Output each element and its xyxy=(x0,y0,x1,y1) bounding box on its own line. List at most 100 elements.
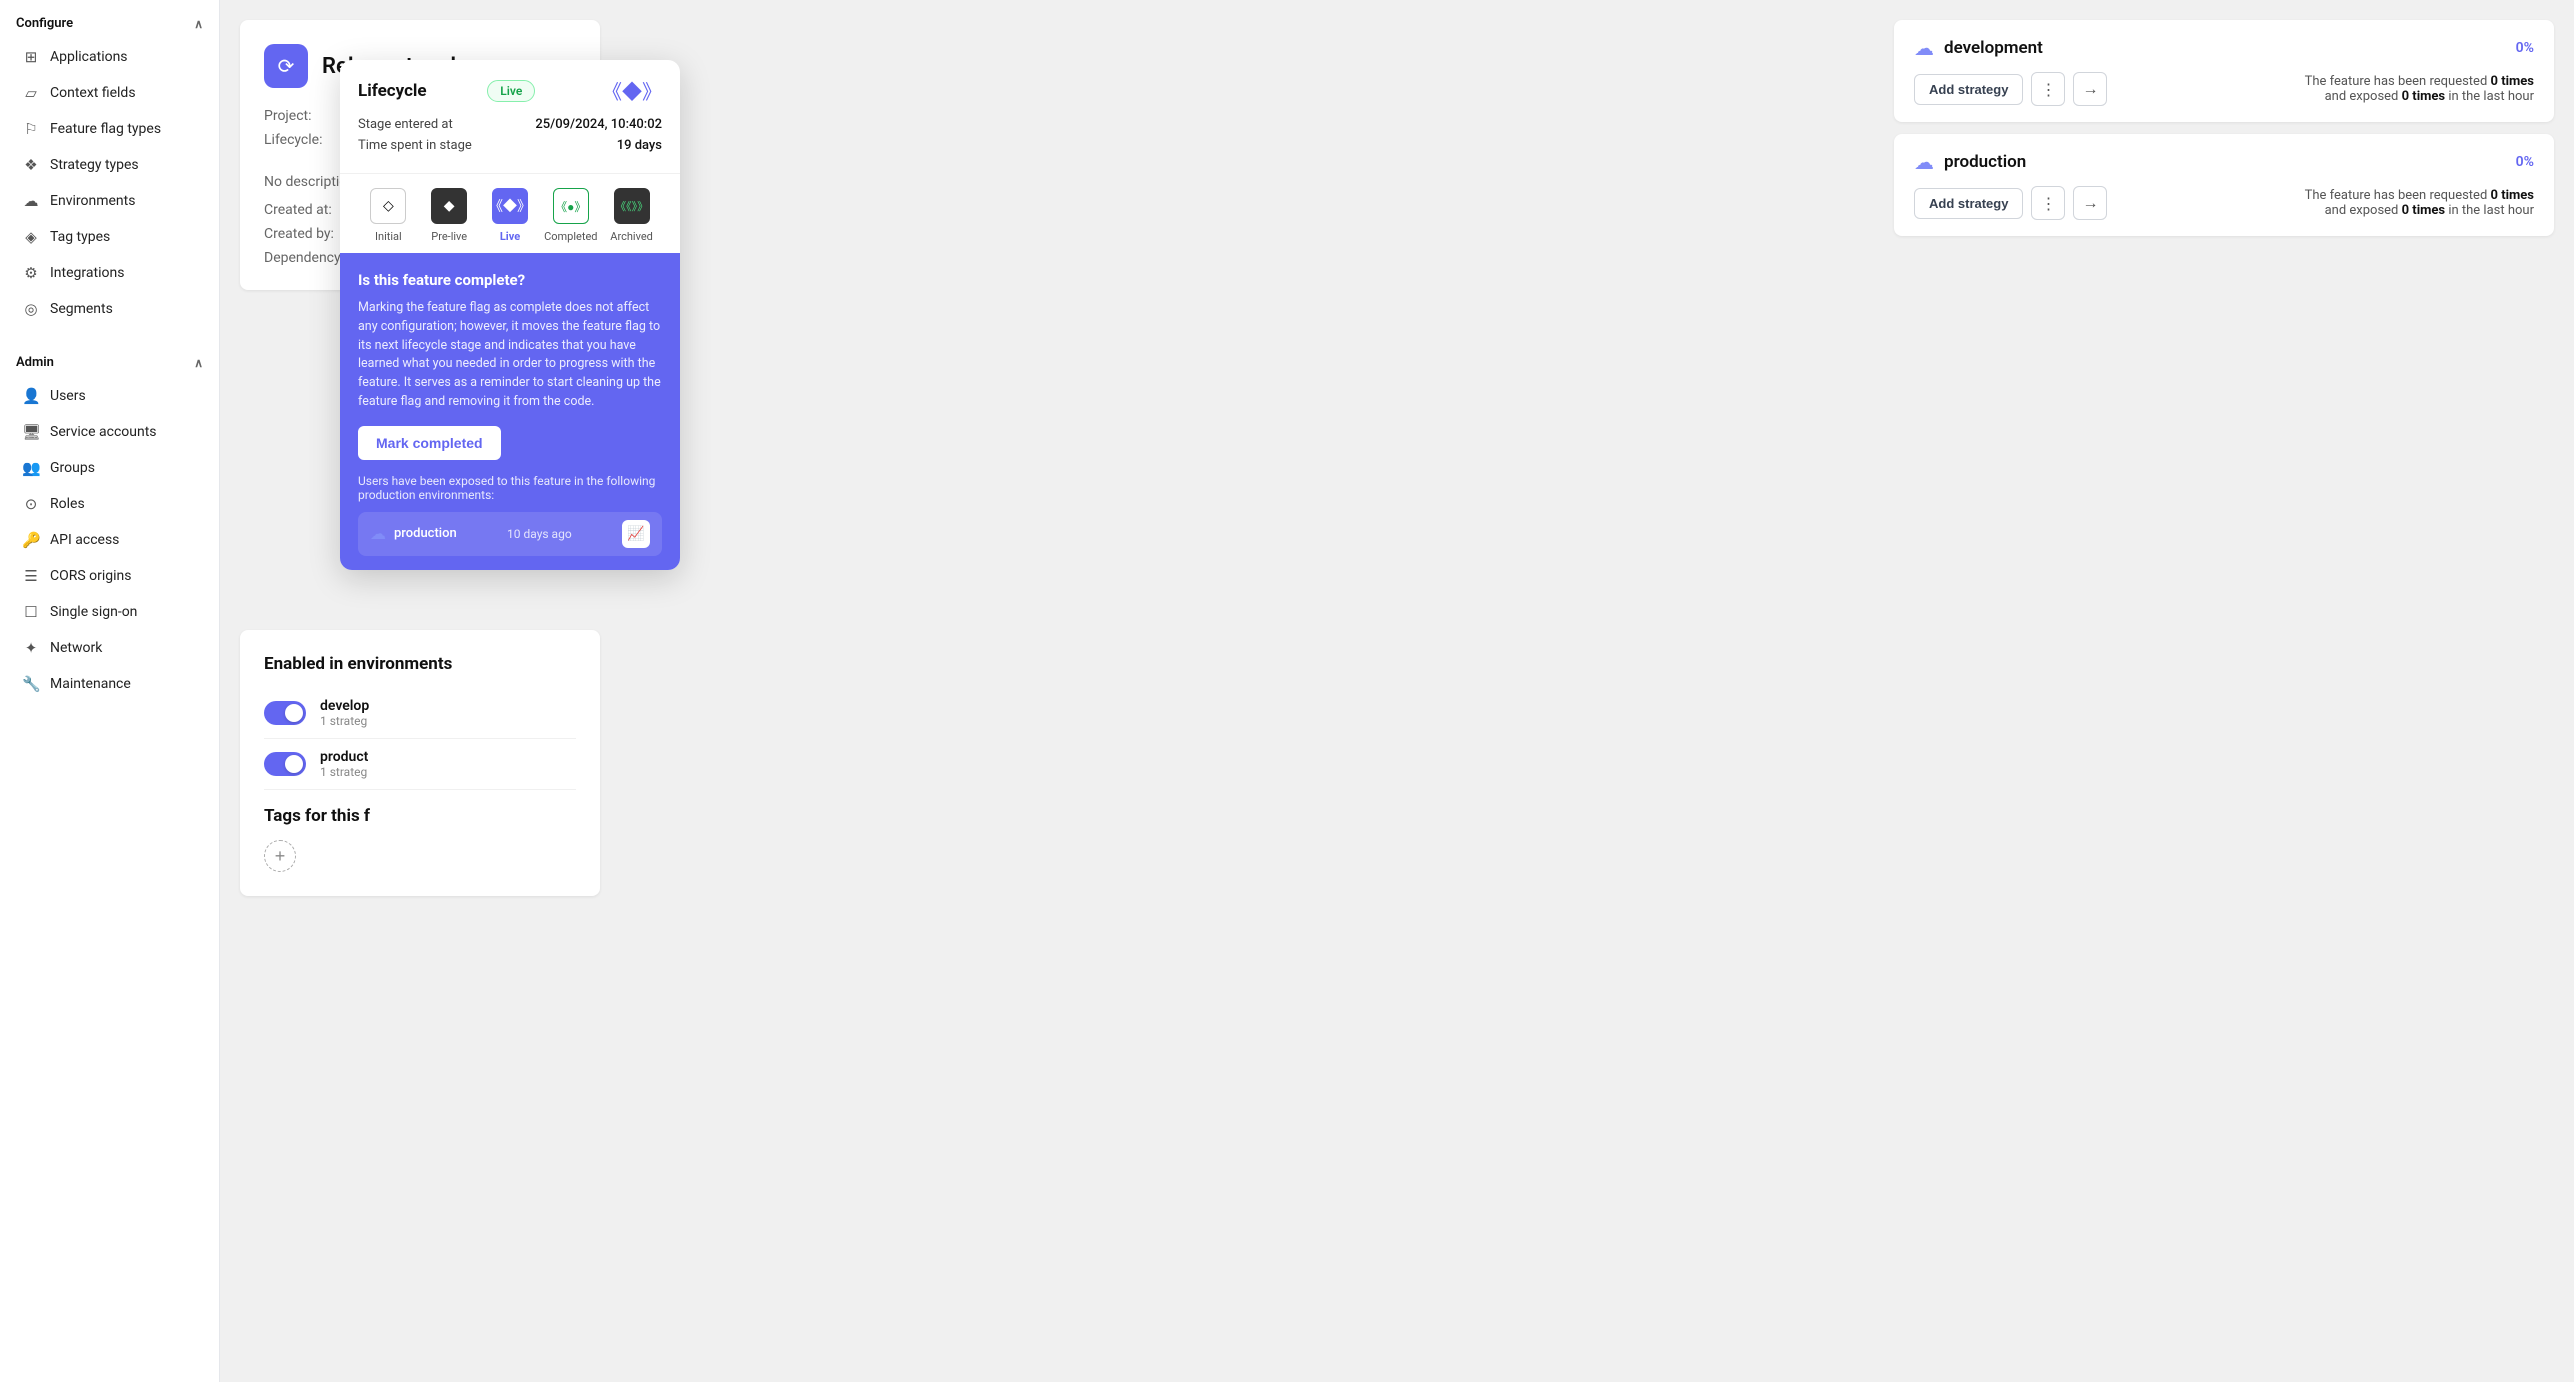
dev-more-icon[interactable]: ⋮ xyxy=(2031,72,2065,106)
mark-completed-button[interactable]: Mark completed xyxy=(358,426,501,460)
sidebar-item-maintenance[interactable]: 🔧 Maintenance xyxy=(6,666,213,702)
time-spent-row: Time spent in stage 19 days xyxy=(358,138,662,153)
integrations-icon: ⚙ xyxy=(22,264,40,282)
roles-label: Roles xyxy=(50,496,85,512)
archived-icon: 《《》》 xyxy=(614,188,650,224)
time-spent-value: 19 days xyxy=(617,138,662,153)
prod-toggle-name: product xyxy=(320,749,368,765)
chart-icon[interactable]: 📈 xyxy=(622,520,650,548)
dev-card-header: ☁ development 0% xyxy=(1914,36,2534,60)
add-tag-button[interactable]: + xyxy=(264,840,296,872)
configure-section-header: Configure ∧ xyxy=(0,0,219,39)
prod-arrow-icon[interactable]: → xyxy=(2073,186,2107,220)
network-icon: ✦ xyxy=(22,639,40,657)
context-fields-label: Context fields xyxy=(50,85,136,101)
prelive-label: Pre-live xyxy=(431,230,467,243)
prod-cloud-icon: ☁ xyxy=(1914,150,1934,174)
stage-steps: ◇ Initial ◆ Pre-live 《◆》 Live 《●》 Comple… xyxy=(340,173,680,253)
development-env-card: ☁ development 0% Add strategy ⋮ → The fe… xyxy=(1894,20,2554,122)
environments-label: Environments xyxy=(50,193,135,209)
stage-completed[interactable]: 《●》 Completed xyxy=(540,188,601,243)
stage-archived[interactable]: 《《》》 Archived xyxy=(601,188,662,243)
production-env-row: ☁ production 10 days ago 📈 xyxy=(358,512,662,556)
production-env-name: production xyxy=(394,526,457,541)
dev-toggle-row: develop 1 strateg xyxy=(264,688,576,739)
production-cloud-icon: ☁ xyxy=(370,524,386,543)
stage-initial[interactable]: ◇ Initial xyxy=(358,188,419,243)
prod-toggle-row: product 1 strateg xyxy=(264,739,576,790)
admin-section-header: Admin ∧ xyxy=(0,339,219,378)
sidebar-item-cors-origins[interactable]: ☰CORS origins xyxy=(6,558,213,594)
dev-card-actions-row: Add strategy ⋮ → The feature has been re… xyxy=(1914,72,2534,106)
prod-add-strategy-button[interactable]: Add strategy xyxy=(1914,188,2023,219)
archived-label: Archived xyxy=(610,230,653,243)
sidebar-item-service-accounts[interactable]: 🖥 Service accounts xyxy=(6,414,213,450)
feature-flag-types-icon: ⚐ xyxy=(22,120,40,138)
prod-more-icon[interactable]: ⋮ xyxy=(2031,186,2065,220)
sidebar-item-network[interactable]: ✦Network xyxy=(6,630,213,666)
dev-arrow-icon[interactable]: → xyxy=(2073,72,2107,106)
applications-label: Applications xyxy=(50,49,128,65)
exposed-section: Users have been exposed to this feature … xyxy=(358,474,662,502)
service-accounts-icon: 🖥 xyxy=(22,423,40,441)
sidebar-item-integrations[interactable]: ⚙Integrations xyxy=(6,255,213,291)
tag-types-label: Tag types xyxy=(50,229,110,245)
strategy-types-icon: ❖ xyxy=(22,156,40,174)
prod-toggle-sub: 1 strateg xyxy=(320,765,368,779)
main-content: ⟳ Release toggle Project: personaldashbo… xyxy=(220,0,2574,1382)
sidebar-item-users[interactable]: 👤 Users xyxy=(6,378,213,414)
initial-icon: ◇ xyxy=(370,188,406,224)
groups-icon: 👥 xyxy=(22,459,40,477)
maintenance-label: Maintenance xyxy=(50,676,131,692)
sidebar-item-groups[interactable]: 👥Groups xyxy=(6,450,213,486)
tag-types-icon: ◈ xyxy=(22,228,40,246)
configure-chevron-icon[interactable]: ∧ xyxy=(194,17,203,31)
completion-description: Marking the feature flag as complete doe… xyxy=(358,299,662,412)
dev-add-strategy-button[interactable]: Add strategy xyxy=(1914,74,2023,105)
sidebar-item-strategy-types[interactable]: ❖ Strategy types xyxy=(6,147,213,183)
users-label: Users xyxy=(50,388,86,404)
stage-prelive[interactable]: ◆ Pre-live xyxy=(419,188,480,243)
roles-icon: ⊙ xyxy=(22,495,40,513)
sidebar-item-applications[interactable]: ⊞Applications xyxy=(6,39,213,75)
environments-icon: ☁ xyxy=(22,192,40,210)
sidebar-item-environments[interactable]: ☁ Environments xyxy=(6,183,213,219)
admin-chevron-icon[interactable]: ∧ xyxy=(194,356,203,370)
production-env-time: 10 days ago xyxy=(507,527,572,541)
enabled-envs-card: Enabled in environments develop 1 strate… xyxy=(240,630,600,896)
sidebar-item-context-fields[interactable]: ▱ Context fields xyxy=(6,75,213,111)
lifecycle-icon: 《◆》 xyxy=(602,76,662,105)
stage-live[interactable]: 《◆》 Live xyxy=(480,188,541,243)
sidebar-item-api-access[interactable]: 🔑 API access xyxy=(6,522,213,558)
context-fields-icon: ▱ xyxy=(22,84,40,102)
cors-origins-icon: ☰ xyxy=(22,567,40,585)
sidebar-item-single-sign-on[interactable]: ☐ Single sign-on xyxy=(6,594,213,630)
api-access-icon: 🔑 xyxy=(22,531,40,549)
prod-toggle[interactable] xyxy=(264,752,306,776)
configure-nav: ⊞Applications ▱ Context fields ⚐Feature fla… xyxy=(0,39,219,327)
strategy-types-label: Strategy types xyxy=(50,157,139,173)
admin-label: Admin xyxy=(16,355,54,370)
initial-label: Initial xyxy=(375,230,402,243)
sidebar-item-segments[interactable]: ◎Segments xyxy=(6,291,213,327)
dev-env-name: development xyxy=(1944,38,2043,58)
sidebar-item-feature-flag-types[interactable]: ⚐Feature flag types xyxy=(6,111,213,147)
dev-toggle[interactable] xyxy=(264,701,306,725)
completion-question: Is this feature complete? xyxy=(358,271,662,289)
production-env-card: ☁ production 0% Add strategy ⋮ → The fea… xyxy=(1894,134,2554,236)
single-sign-on-label: Single sign-on xyxy=(50,604,137,620)
sidebar-item-roles[interactable]: ⊙ Roles xyxy=(6,486,213,522)
lifecycle-popup-body: Stage entered at 25/09/2024, 10:40:02 Ti… xyxy=(340,117,680,173)
single-sign-on-icon: ☐ xyxy=(22,603,40,621)
users-icon: 👤 xyxy=(22,387,40,405)
prod-percent: 0% xyxy=(2516,154,2534,170)
stage-entered-value: 25/09/2024, 10:40:02 xyxy=(535,117,662,132)
lifecycle-live-badge: Live xyxy=(487,80,535,102)
dev-percent: 0% xyxy=(2516,40,2534,56)
api-access-label: API access xyxy=(50,532,119,548)
live-icon: 《◆》 xyxy=(492,188,528,224)
maintenance-icon: 🔧 xyxy=(22,675,40,693)
sidebar-item-tag-types[interactable]: ◈ Tag types xyxy=(6,219,213,255)
env-panel: ☁ development 0% Add strategy ⋮ → The fe… xyxy=(1894,20,2554,248)
service-accounts-label: Service accounts xyxy=(50,424,157,440)
